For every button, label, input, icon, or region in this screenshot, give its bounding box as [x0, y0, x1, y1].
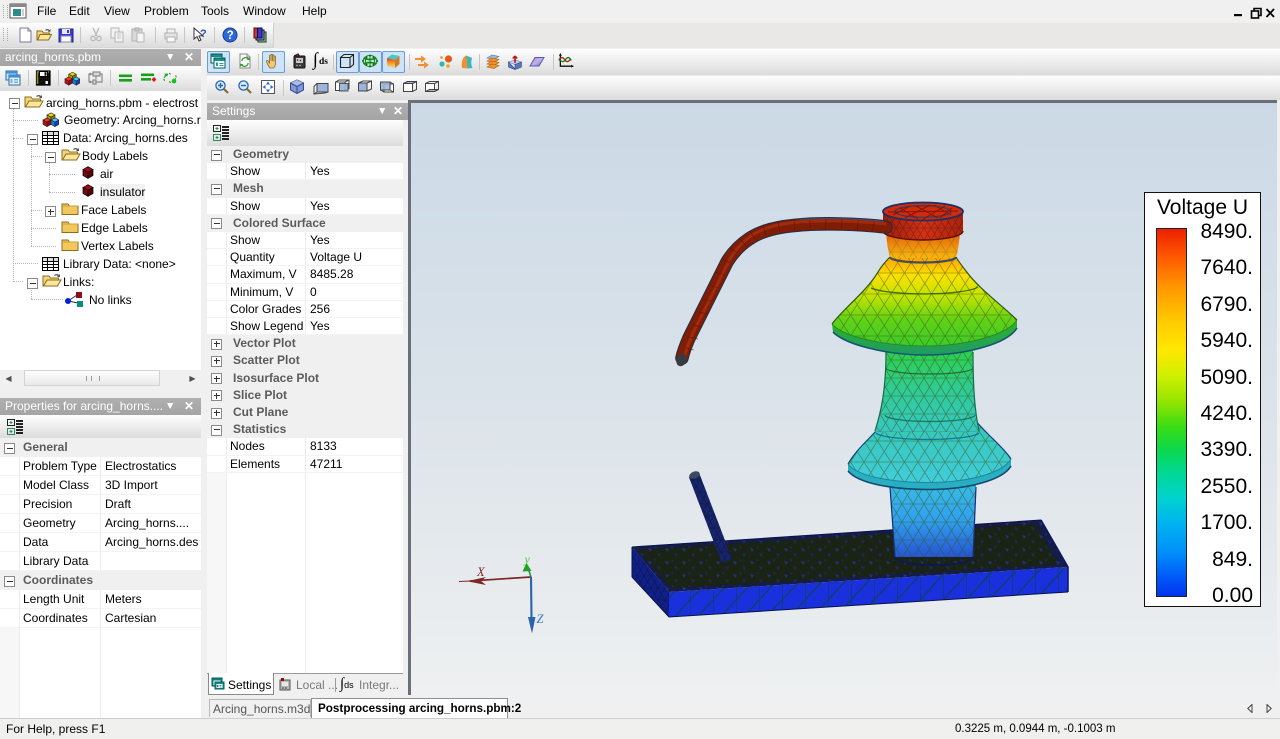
svg-text:?: ? [200, 28, 207, 40]
svg-text:X: X [476, 565, 486, 579]
svg-text:y: y [524, 552, 531, 566]
svg-text:?: ? [227, 30, 234, 42]
svg-text:Z: Z [537, 612, 545, 626]
